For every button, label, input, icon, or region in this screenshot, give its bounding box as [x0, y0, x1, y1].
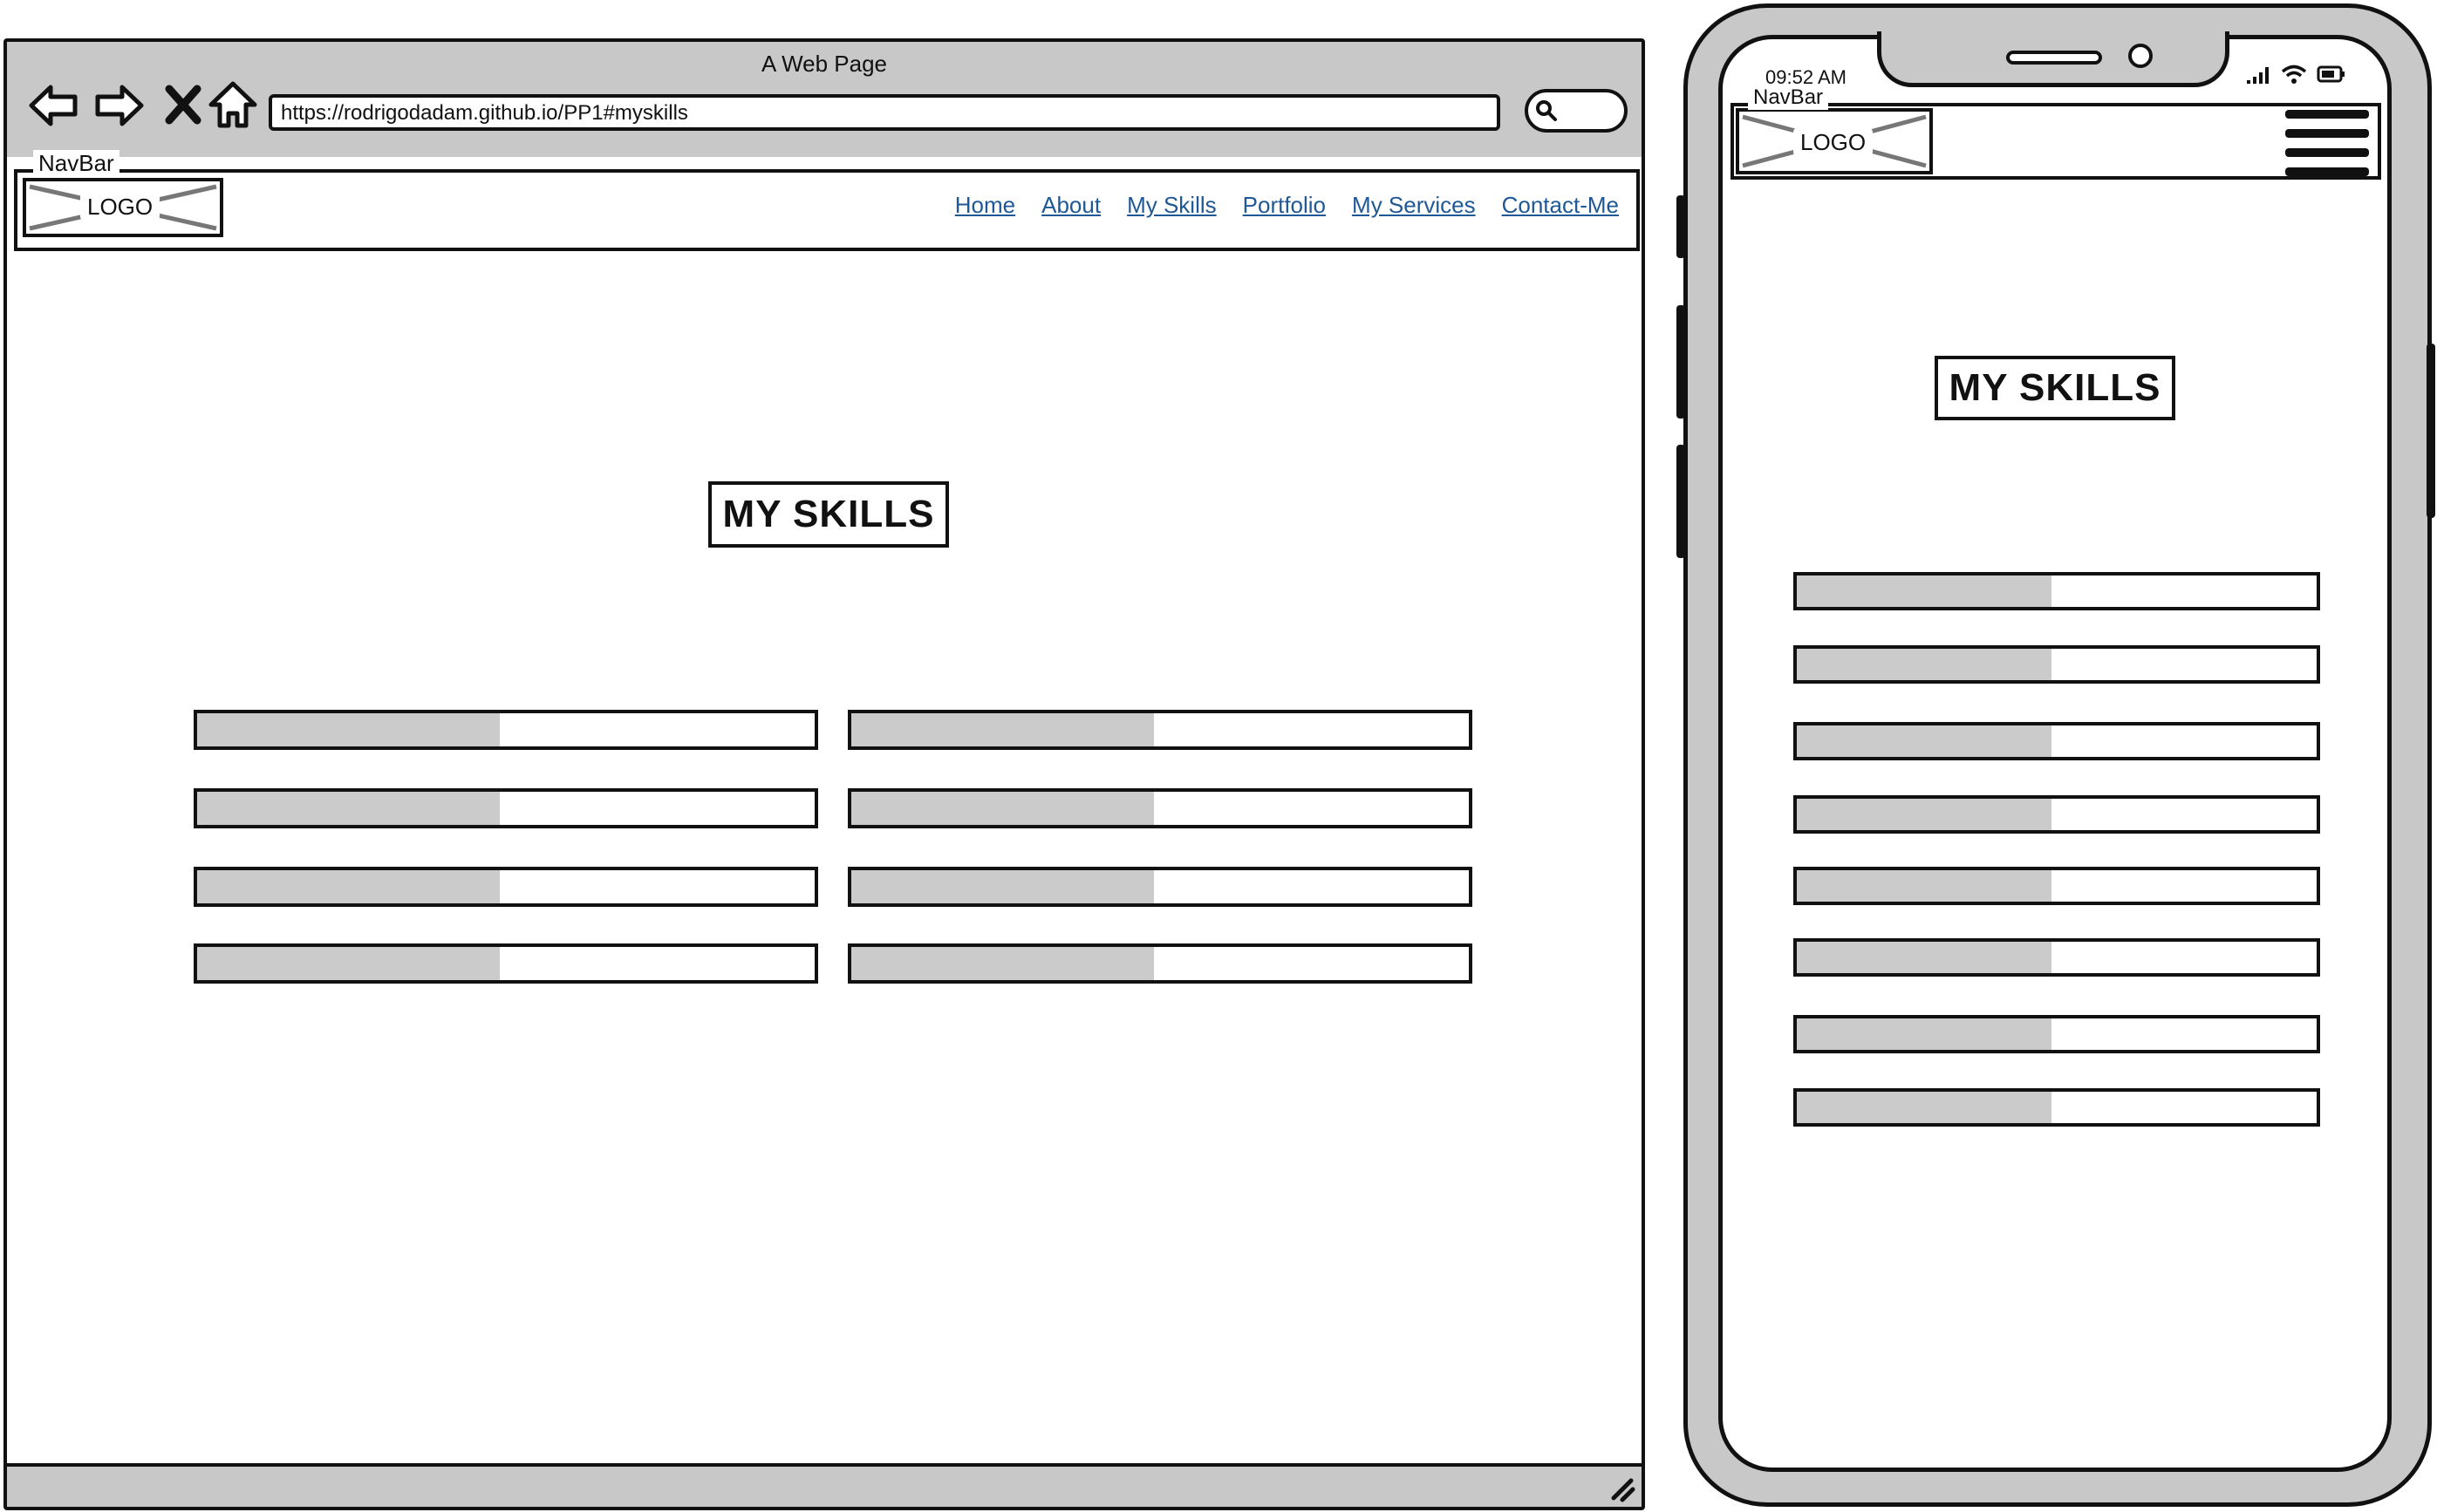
skill-bar-fill — [1797, 649, 2052, 680]
camera-icon — [2128, 44, 2153, 68]
mobile-section-title: MY SKILLS — [1935, 356, 2175, 420]
mobile-skill-bar — [1793, 1015, 2320, 1053]
skill-bar-fill — [197, 947, 500, 980]
mobile-skill-bar — [1793, 867, 2320, 905]
skill-bar — [194, 788, 818, 828]
phone-power-button — [2427, 344, 2435, 518]
logo-placeholder[interactable]: LOGO — [23, 178, 223, 237]
mobile-navbar-label: NavBar — [1748, 85, 1829, 110]
search-icon — [1536, 100, 1557, 121]
mobile-logo-text: LOGO — [1793, 127, 1874, 157]
nav-link-home[interactable]: Home — [955, 192, 1015, 219]
home-icon[interactable] — [206, 78, 260, 133]
skill-bar-fill — [851, 792, 1154, 825]
nav-link-contact-me[interactable]: Contact-Me — [1502, 192, 1619, 219]
skill-bar-fill — [197, 713, 500, 746]
nav-links: Home About My Skills Portfolio My Servic… — [955, 192, 1619, 219]
skill-bar — [848, 710, 1472, 750]
search-button[interactable] — [1525, 89, 1628, 133]
skill-bar-fill — [1797, 725, 2052, 757]
skill-bar-fill — [197, 870, 500, 903]
skill-bar-fill — [1797, 870, 2052, 902]
mobile-skill-bar — [1793, 722, 2320, 760]
phone-volume-down-button — [1676, 445, 1685, 558]
back-arrow-icon[interactable] — [26, 78, 80, 133]
mobile-skill-bar — [1793, 1088, 2320, 1127]
nav-link-my-skills[interactable]: My Skills — [1127, 192, 1217, 219]
skill-bar-fill — [1797, 576, 2052, 607]
window-title: A Web Page — [761, 51, 888, 77]
mobile-skill-bar — [1793, 938, 2320, 977]
signal-icon — [2247, 67, 2269, 84]
skill-bar — [194, 943, 818, 984]
status-bar — [7, 1463, 1642, 1507]
skill-bar-fill — [1797, 1018, 2052, 1050]
skill-bar-fill — [197, 792, 500, 825]
navbar-label: NavBar — [33, 150, 119, 177]
mobile-logo-placeholder[interactable]: LOGO — [1736, 108, 1933, 174]
skill-bar — [848, 788, 1472, 828]
mobile-skill-bar — [1793, 795, 2320, 834]
hamburger-menu-icon[interactable] — [2285, 110, 2369, 176]
skill-bar-fill — [851, 870, 1154, 903]
skill-bar — [194, 867, 818, 907]
skill-bar-fill — [851, 947, 1154, 980]
skill-bar — [194, 710, 818, 750]
logo-text: LOGO — [80, 192, 160, 221]
phone-mute-button — [1676, 195, 1685, 258]
close-x-icon[interactable] — [157, 78, 211, 133]
skill-bar — [848, 867, 1472, 907]
forward-arrow-icon[interactable] — [92, 78, 147, 133]
skill-bar-fill — [1797, 1092, 2052, 1123]
mobile-skill-bar — [1793, 645, 2320, 684]
browser-window: A Web Page https://rodrigodadam.github.i… — [3, 38, 1645, 1510]
mobile-navbar: LOGO — [1730, 103, 2381, 180]
mobile-skill-bar — [1793, 572, 2320, 610]
section-title: MY SKILLS — [708, 481, 949, 548]
battery-icon — [2317, 65, 2345, 83]
resize-grip-icon[interactable] — [1601, 1468, 1636, 1503]
skill-bar-fill — [851, 713, 1154, 746]
skill-bar — [848, 943, 1472, 984]
skill-bar-fill — [1797, 799, 2052, 830]
nav-link-portfolio[interactable]: Portfolio — [1243, 192, 1326, 219]
browser-chrome: A Web Page https://rodrigodadam.github.i… — [7, 42, 1642, 157]
nav-link-about[interactable]: About — [1041, 192, 1101, 219]
skill-bar-fill — [1797, 942, 2052, 973]
url-input[interactable]: https://rodrigodadam.github.io/PP1#myski… — [269, 94, 1500, 131]
wifi-icon — [2281, 65, 2307, 84]
speaker-icon — [2006, 51, 2102, 65]
nav-link-my-services[interactable]: My Services — [1352, 192, 1476, 219]
phone-volume-up-button — [1676, 305, 1685, 419]
